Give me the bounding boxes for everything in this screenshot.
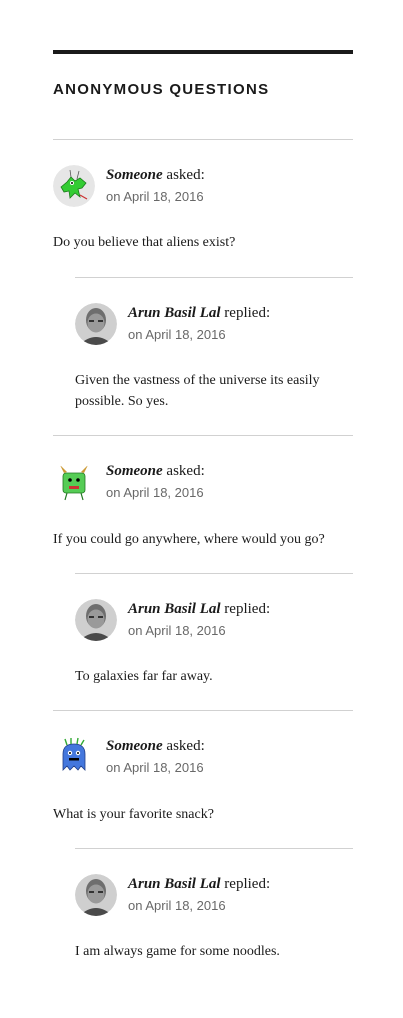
reply-verb: replied: xyxy=(224,601,271,617)
reply-verb: replied: xyxy=(224,876,271,892)
reply-author: Arun Basil Lal xyxy=(128,876,221,892)
widget-title: ANONYMOUS QUESTIONS xyxy=(53,81,270,98)
divider xyxy=(75,573,353,574)
user-photo-avatar xyxy=(75,303,117,345)
divider xyxy=(75,277,353,278)
reply-text: To galaxies far far away. xyxy=(75,669,213,684)
divider xyxy=(53,139,353,140)
question-verb: asked: xyxy=(166,463,205,479)
user-photo-avatar xyxy=(75,599,117,641)
reply-author: Arun Basil Lal xyxy=(128,305,221,321)
reply-text: I am always game for some noodles. xyxy=(75,944,280,959)
question-text: Do you believe that aliens exist? xyxy=(53,235,236,250)
question-date: on April 18, 2016 xyxy=(106,760,204,775)
widget-top-rule xyxy=(53,50,353,54)
divider xyxy=(75,848,353,849)
question-verb: asked: xyxy=(166,738,205,754)
user-photo-avatar xyxy=(75,874,117,916)
reply-author: Arun Basil Lal xyxy=(128,601,221,617)
question-date: on April 18, 2016 xyxy=(106,485,204,500)
green-monster-avatar xyxy=(53,461,95,503)
question-author: Someone xyxy=(106,463,163,479)
reply-date: on April 18, 2016 xyxy=(128,327,226,342)
question-date: on April 18, 2016 xyxy=(106,189,204,204)
divider xyxy=(53,710,353,711)
reply-text: Given the vastness of the universe its e… xyxy=(75,373,320,409)
reply-date: on April 18, 2016 xyxy=(128,623,226,638)
reply-verb: replied: xyxy=(224,305,271,321)
question-text: What is your favorite snack? xyxy=(53,807,214,822)
divider xyxy=(53,435,353,436)
question-text: If you could go anywhere, where would yo… xyxy=(53,532,325,547)
blue-monster-avatar xyxy=(53,736,95,778)
question-author: Someone xyxy=(106,738,163,754)
reply-date: on April 18, 2016 xyxy=(128,898,226,913)
question-verb: asked: xyxy=(166,167,205,183)
question-author: Someone xyxy=(106,167,163,183)
green-alien-avatar xyxy=(53,165,95,207)
anonymous-questions-widget: ANONYMOUS QUESTIONS xyxy=(53,50,353,100)
